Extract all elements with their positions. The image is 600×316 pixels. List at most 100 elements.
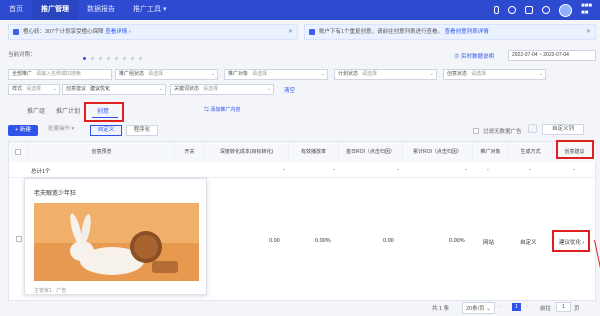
col-header-preview: 创意预览: [29, 142, 175, 162]
page-unit-label: 页: [574, 306, 580, 312]
total-cell: -: [573, 167, 575, 173]
col-header-play-rate[interactable]: 有效播放率: [289, 142, 339, 162]
filter-style[interactable]: 样式 请选择 ⌄: [8, 84, 60, 95]
filter-creative-suggestion[interactable]: 创意建议 建议优化 ⌄: [62, 84, 166, 95]
page-size-select[interactable]: 20条/页 ⌄: [462, 302, 495, 314]
pager-dot[interactable]: [115, 57, 118, 60]
document-icon[interactable]: [525, 6, 534, 14]
close-icon[interactable]: ✕: [586, 25, 591, 39]
total-cell: -: [283, 167, 285, 173]
filter-keyword-status[interactable]: 关键词状态 请选择 ⌄: [170, 84, 274, 95]
top-nav-bar: 首页 推广管理 数据报告 推广工具 ▾ ■■■ ■■: [0, 0, 600, 20]
account-info[interactable]: ■■■ ■■: [581, 3, 592, 17]
notice-duplicate: 账户下有1个重复创意，请前往创意列表进行查看。 查看创意列表详情 ✕: [304, 24, 596, 40]
goto-page-input[interactable]: 1: [556, 302, 572, 312]
filter-no-data-checkbox[interactable]: [473, 128, 479, 134]
filter-creative-status[interactable]: 创意状态 请选择 ⌄: [443, 69, 546, 80]
clear-filters-link[interactable]: 清空: [284, 86, 295, 94]
prev-page-icon[interactable]: ‹: [500, 304, 502, 310]
nav-promotion-tools-label: 推广工具: [133, 6, 161, 13]
shield-icon: [309, 29, 315, 35]
new-button[interactable]: + 新建: [8, 125, 38, 136]
col-header-total-roi[interactable]: 累计ROI（点击归因）: [403, 142, 473, 162]
main-nav: 首页 推广管理 数据报告 推广工具 ▾: [0, 0, 175, 20]
page-number[interactable]: 1: [512, 303, 522, 311]
notice-guarantee-link[interactable]: 查看详情 ›: [105, 29, 130, 35]
filter-scope-label: 全部推广: [12, 71, 33, 77]
close-icon[interactable]: ✕: [288, 25, 293, 39]
pager-dot[interactable]: [131, 57, 134, 60]
pager-dot[interactable]: [99, 57, 102, 60]
filter-target[interactable]: 推广对象 请选择 ⌄: [224, 69, 328, 80]
pager-dot[interactable]: [91, 57, 94, 60]
select-all-checkbox[interactable]: [15, 149, 21, 155]
col-header-mode[interactable]: 生成方式: [509, 142, 553, 162]
settings-icon[interactable]: [528, 124, 537, 133]
filter-value: 请选择: [362, 71, 378, 77]
nav-home[interactable]: 首页: [0, 0, 32, 20]
nav-data-report[interactable]: 数据报告: [78, 0, 124, 20]
rocket-icon: [13, 29, 19, 35]
total-cell: -: [465, 167, 467, 173]
nav-promotion-management[interactable]: 推广管理: [32, 0, 78, 20]
pager-dot[interactable]: [83, 57, 86, 60]
batch-actions-dropdown[interactable]: 批量操作 ▾: [44, 125, 78, 136]
col-header-deep-cost[interactable]: 深度转化成本(目标转化): [205, 142, 289, 162]
tab-plan[interactable]: 推广计划: [56, 106, 80, 115]
date-range-value: 2022-07-04 ~ 2022-07-04: [512, 52, 569, 58]
creative-preview-card[interactable]: 老夫眼宽少年狂 主管家1 · 广告: [24, 178, 207, 295]
row-checkbox[interactable]: [16, 236, 22, 242]
notice-duplicate-link[interactable]: 查看创意列表详情: [445, 29, 489, 35]
chevron-down-icon: ⌄: [538, 71, 543, 77]
creative-image: [34, 203, 199, 281]
avatar[interactable]: [559, 3, 573, 17]
filter-search[interactable]: 全部推广 请输入名称或ID搜索: [8, 69, 112, 80]
chevron-down-icon: ⌄: [52, 86, 57, 92]
notice-guarantee: 橙心妖：307个计划享受橙心保障 查看详情 › ✕: [8, 24, 298, 40]
column-config-button[interactable]: 自定义列: [542, 124, 584, 135]
creative-meta: 主管家1 · 广告: [34, 288, 67, 294]
notice-duplicate-text: 账户下有1个重复创意，请前往创意列表进行查看。: [319, 29, 444, 35]
help-icon[interactable]: [542, 6, 551, 14]
cell-play-rate: 0.00%: [315, 238, 331, 244]
filter-value: 请选择: [471, 71, 487, 77]
filter-label: 创意状态: [447, 71, 468, 77]
pager-dot[interactable]: [123, 57, 126, 60]
cell-mode: 自定义: [520, 240, 537, 246]
top-nav-actions: ■■■ ■■: [494, 3, 600, 17]
mobile-icon[interactable]: [494, 6, 500, 14]
filter-plan-status[interactable]: 计划状态 请选择 ⌄: [334, 69, 437, 80]
add-content-link[interactable]: ⇆ 添加推广内容: [204, 106, 240, 113]
nav-promotion-tools[interactable]: 推广工具 ▾: [124, 0, 175, 20]
header-select-all[interactable]: [9, 142, 29, 162]
programmatic-mode-button[interactable]: 程序化: [126, 125, 158, 136]
filter-label: 推广组状态: [119, 71, 145, 77]
custom-mode-button[interactable]: 自定义: [90, 125, 122, 136]
filter-group-status[interactable]: 推广组状态 请选择 ⌄: [115, 69, 218, 80]
filter-value: 请选择: [203, 86, 219, 92]
bell-icon[interactable]: [508, 6, 517, 14]
total-row: 总计1个 - - - - - - -: [9, 162, 597, 178]
filter-label: 关键词状态: [174, 86, 200, 92]
pager-dot[interactable]: [107, 57, 110, 60]
tab-group[interactable]: 推广组: [27, 106, 45, 115]
account-name: ■■■: [581, 3, 592, 9]
pager-dot[interactable]: [139, 57, 142, 60]
date-range-picker[interactable]: 2022-07-04 ~ 2022-07-04: [508, 50, 596, 61]
notice-guarantee-text: 橙心妖：307个计划享受橙心保障: [23, 29, 104, 35]
col-header-first-roi[interactable]: 首日ROI（点击归因）: [339, 142, 403, 162]
realtime-data-help[interactable]: ⓪ 实时数据说明: [454, 52, 494, 60]
total-cell: -: [529, 167, 531, 173]
highlight-creative-tab: [84, 102, 124, 122]
filter-label: 推广对象: [228, 71, 249, 77]
cell-target: 网站: [483, 240, 495, 246]
total-cell: -: [397, 167, 399, 173]
next-page-icon[interactable]: ›: [526, 304, 528, 310]
chevron-down-icon: ⌄: [158, 86, 163, 92]
compare-label: 当前对照：: [8, 52, 36, 58]
creative-title: 老夫眼宽少年狂: [34, 191, 77, 197]
filter-label: 创意建议: [66, 86, 87, 92]
chevron-down-icon: ⌄: [320, 71, 325, 77]
col-header-target: 推广对象: [473, 142, 509, 162]
total-label: 总计1个: [31, 169, 51, 175]
